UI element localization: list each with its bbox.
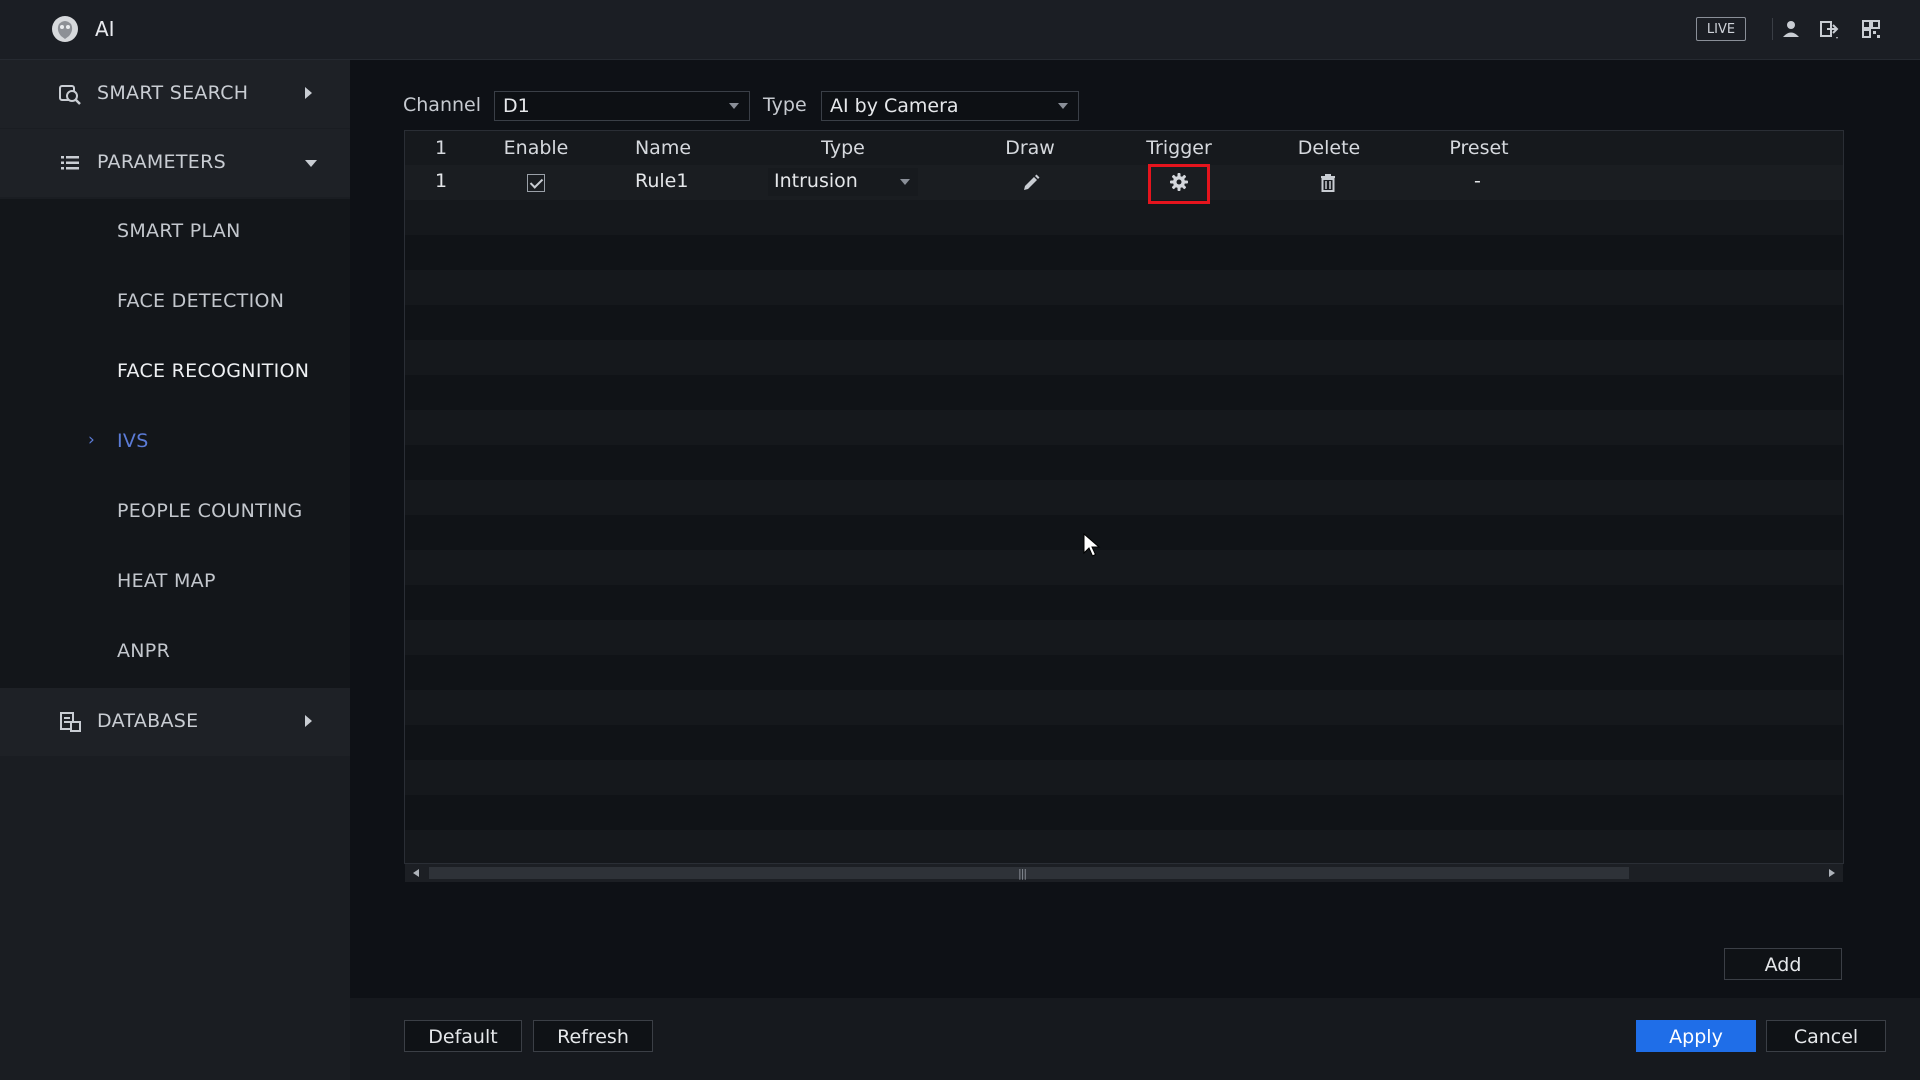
sidebar-item-smart-plan[interactable]: SMART PLAN (117, 220, 241, 242)
table-row-empty (405, 760, 1843, 795)
table-row-empty (405, 375, 1843, 410)
table-row-empty (405, 795, 1843, 830)
channel-select-value: D1 (503, 95, 530, 117)
rule-type-select[interactable]: Intrusion (768, 168, 918, 196)
type-select-value: AI by Camera (830, 95, 959, 117)
trash-icon[interactable] (1319, 173, 1337, 193)
sidebar: SMART SEARCH PARAMETERS SMART PLAN FACE … (0, 60, 350, 1080)
sidebar-group-parameters[interactable]: PARAMETERS (0, 129, 350, 197)
pencil-icon[interactable] (1021, 173, 1041, 193)
trigger-highlight-box (1148, 164, 1210, 204)
app-logo-icon (52, 16, 78, 42)
chevron-right-icon: › (88, 430, 95, 450)
parameters-submenu: SMART PLAN FACE DETECTION FACE RECOGNITI… (0, 199, 350, 688)
top-bar: AI LIVE (0, 0, 1920, 60)
column-header-draw: Draw (1005, 137, 1055, 159)
table-row-empty (405, 830, 1843, 863)
chevron-right-icon (305, 715, 312, 727)
sidebar-group-label: DATABASE (97, 710, 199, 732)
type-select[interactable]: AI by Camera (821, 91, 1079, 121)
mouse-cursor-icon (1083, 533, 1101, 557)
user-icon[interactable] (1780, 18, 1802, 40)
default-button[interactable]: Default (404, 1020, 522, 1052)
table-row-empty (405, 410, 1843, 445)
refresh-button[interactable]: Refresh (533, 1020, 653, 1052)
caret-down-icon (900, 179, 910, 185)
column-header-name: Name (634, 137, 692, 159)
horizontal-scrollbar[interactable]: ||| (405, 864, 1843, 882)
channel-label: Channel (403, 94, 482, 116)
table-row-empty (405, 690, 1843, 725)
logout-icon[interactable] (1818, 18, 1840, 40)
app-title: AI (95, 17, 115, 41)
enable-checkbox[interactable] (527, 174, 545, 192)
sidebar-item-heat-map[interactable]: HEAT MAP (117, 570, 216, 592)
column-header-type: Type (821, 137, 865, 159)
table-row-empty (405, 270, 1843, 305)
table-row-empty (405, 585, 1843, 620)
add-button[interactable]: Add (1724, 948, 1842, 980)
table-row-empty (405, 620, 1843, 655)
smart-search-icon (59, 85, 81, 105)
table-row[interactable]: 1 Rule1 Intrusion - (405, 165, 1843, 200)
qr-code-icon[interactable] (1860, 18, 1882, 40)
apply-button[interactable]: Apply (1636, 1020, 1756, 1052)
list-icon (61, 156, 79, 170)
table-row-empty (405, 480, 1843, 515)
column-header-preset: Preset (1449, 137, 1509, 159)
scroll-grip-icon: ||| (1018, 867, 1027, 880)
type-label: Type (763, 94, 807, 116)
row-index: 1 (435, 170, 448, 192)
sidebar-group-label: SMART SEARCH (97, 82, 249, 104)
cancel-button[interactable]: Cancel (1766, 1020, 1886, 1052)
sidebar-group-smart-search[interactable]: SMART SEARCH (0, 60, 350, 128)
column-header-trigger: Trigger (1146, 137, 1212, 159)
sidebar-item-face-recognition[interactable]: FACE RECOGNITION (117, 360, 309, 382)
column-header-delete: Delete (1297, 137, 1361, 159)
table-header: 1 Enable Name Type Draw Trigger Delete P… (405, 131, 1843, 165)
sidebar-group-database[interactable]: DATABASE (0, 688, 350, 756)
chevron-down-icon (305, 160, 317, 167)
table-row-empty (405, 445, 1843, 480)
sidebar-item-anpr[interactable]: ANPR (117, 640, 170, 662)
column-header-enable: Enable (503, 137, 569, 159)
channel-select[interactable]: D1 (494, 91, 750, 121)
scrollbar-thumb[interactable] (429, 867, 1629, 879)
table-row-empty (405, 655, 1843, 690)
rule-type-value: Intrusion (774, 170, 858, 192)
caret-down-icon (1058, 103, 1068, 109)
chevron-right-icon (305, 87, 312, 99)
sidebar-group-label: PARAMETERS (97, 151, 226, 173)
scroll-right-icon[interactable] (1829, 869, 1835, 877)
caret-down-icon (729, 103, 739, 109)
sidebar-item-face-detection[interactable]: FACE DETECTION (117, 290, 284, 312)
live-button[interactable]: LIVE (1696, 17, 1746, 41)
rule-name: Rule1 (635, 170, 689, 192)
table-row-empty (405, 305, 1843, 340)
table-row-empty (405, 515, 1843, 550)
sidebar-item-ivs[interactable]: IVS (117, 430, 149, 452)
table-row-empty (405, 235, 1843, 270)
table-row-empty (405, 200, 1843, 235)
database-icon (60, 712, 81, 732)
rules-table: 1 Enable Name Type Draw Trigger Delete P… (404, 130, 1844, 864)
toolbar-divider (1772, 18, 1773, 40)
column-header-index: 1 (434, 137, 448, 159)
table-row-empty (405, 550, 1843, 585)
preset-value: - (1474, 170, 1481, 192)
sidebar-item-people-counting[interactable]: PEOPLE COUNTING (117, 500, 303, 522)
scroll-left-icon[interactable] (413, 869, 419, 877)
table-row-empty (405, 725, 1843, 760)
table-row-empty (405, 340, 1843, 375)
